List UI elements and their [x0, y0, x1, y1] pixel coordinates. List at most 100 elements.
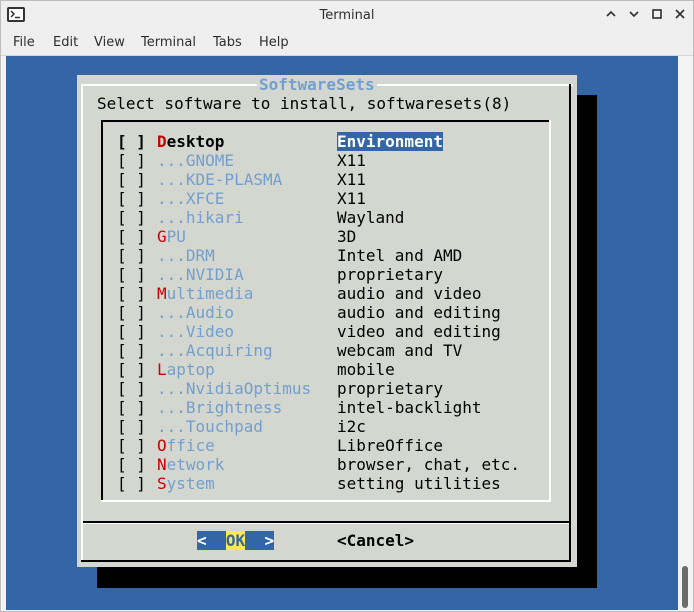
- item-description: proprietary: [337, 265, 443, 284]
- checkbox[interactable]: [ ]: [117, 322, 146, 341]
- checkbox[interactable]: [ ]: [117, 417, 146, 436]
- item-label: ...GNOME: [157, 151, 235, 170]
- checkbox[interactable]: [ ]: [117, 379, 146, 398]
- scrollbar[interactable]: [678, 56, 692, 610]
- item-name: ...KDE-PLASMA: [157, 170, 282, 189]
- item-label: etwork: [166, 455, 225, 474]
- checkbox[interactable]: [ ]: [117, 341, 146, 360]
- item-name: ...hikari: [157, 208, 244, 227]
- item-name: Office: [157, 436, 215, 455]
- checkbox[interactable]: [ ]: [117, 474, 146, 493]
- checkbox[interactable]: [ ]: [117, 246, 146, 265]
- checkbox[interactable]: [ ]: [117, 303, 146, 322]
- item-label: ...Acquiring: [157, 341, 273, 360]
- menu-file[interactable]: File: [13, 31, 35, 55]
- item-label: ...Video: [157, 322, 235, 341]
- item-label: ultimedia: [166, 284, 254, 303]
- item-description: intel-backlight: [337, 398, 482, 417]
- ok-button-right: >: [245, 531, 275, 550]
- menu-help[interactable]: Help: [259, 31, 289, 55]
- item-label: ...Audio: [157, 303, 235, 322]
- menu-tabs[interactable]: Tabs: [213, 31, 242, 55]
- item-description: video and editing: [337, 322, 501, 341]
- menu-bar: File Edit View Terminal Tabs Help: [1, 31, 693, 56]
- cancel-button[interactable]: <Cancel>: [337, 531, 414, 550]
- list-border: [101, 500, 551, 502]
- item-label: ...NvidiaOptimus: [157, 379, 312, 398]
- item-label: PU: [166, 227, 186, 246]
- checkbox[interactable]: [ ]: [117, 132, 146, 151]
- item-label: esktop: [166, 132, 225, 151]
- terminal-window: Terminal File Edit View Terminal Tabs He…: [0, 0, 694, 612]
- item-hotkey: O: [157, 436, 167, 455]
- dialog-border: [81, 560, 571, 562]
- item-name: Desktop: [157, 132, 224, 151]
- item-description: Wayland: [337, 208, 405, 227]
- item-name: ...Audio: [157, 303, 234, 322]
- item-label: ...Brightness: [157, 398, 283, 417]
- button-separator: [83, 523, 569, 524]
- dialog-title: SoftwareSets: [258, 75, 376, 94]
- item-name: ...Brightness: [157, 398, 282, 417]
- item-hotkey: S: [157, 474, 167, 493]
- close-button[interactable]: [671, 7, 689, 25]
- checkbox[interactable]: [ ]: [117, 208, 146, 227]
- menu-edit[interactable]: Edit: [53, 31, 78, 55]
- maximize-button[interactable]: [648, 7, 666, 25]
- scrollbar-thumb[interactable]: [682, 566, 688, 608]
- item-hotkey: M: [157, 284, 167, 303]
- item-description: audio and video: [337, 284, 482, 303]
- dialog-border: [81, 84, 257, 86]
- item-label: ...KDE-PLASMA: [157, 170, 283, 189]
- dialog-border: [569, 84, 571, 562]
- checkbox[interactable]: [ ]: [117, 227, 146, 246]
- dialog-border: [81, 84, 83, 562]
- minimize-window-button[interactable]: [625, 7, 643, 25]
- title-bar[interactable]: Terminal: [1, 1, 693, 31]
- item-label: ystem: [166, 474, 215, 493]
- item-description: browser, chat, etc.: [337, 455, 521, 474]
- minimize-button[interactable]: [602, 7, 620, 25]
- item-description: Intel and AMD: [337, 246, 463, 265]
- close-icon: [675, 9, 685, 19]
- checkbox[interactable]: [ ]: [117, 170, 146, 189]
- item-hotkey: N: [157, 455, 167, 474]
- checkbox[interactable]: [ ]: [117, 455, 146, 474]
- checkbox[interactable]: [ ]: [117, 284, 146, 303]
- item-hotkey: G: [157, 227, 167, 246]
- item-name: ...NvidiaOptimus: [157, 379, 311, 398]
- item-description: X11: [337, 151, 366, 170]
- item-name: ...GNOME: [157, 151, 234, 170]
- ok-button[interactable]: < OK >: [197, 531, 275, 550]
- maximize-icon: [652, 9, 662, 19]
- item-description: i2c: [337, 417, 366, 436]
- item-label: ...DRM: [157, 246, 215, 265]
- item-name: System: [157, 474, 215, 493]
- ok-button-label: OK: [225, 531, 246, 550]
- ok-button-left: <: [197, 531, 226, 550]
- item-name: Multimedia: [157, 284, 253, 303]
- item-name: ...XFCE: [157, 189, 224, 208]
- item-label: aptop: [166, 360, 215, 379]
- item-label: ...hikari: [157, 208, 244, 227]
- list-border: [101, 120, 103, 502]
- item-hotkey: L: [157, 360, 167, 379]
- list-border: [101, 120, 551, 122]
- checkbox[interactable]: [ ]: [117, 189, 146, 208]
- item-description: webcam and TV: [337, 341, 463, 360]
- item-description: 3D: [337, 227, 357, 246]
- item-description: Environment: [337, 132, 443, 151]
- dialog-prompt: Select software to install, softwaresets…: [97, 94, 512, 113]
- checkbox[interactable]: [ ]: [117, 265, 146, 284]
- item-label: ...Touchpad: [157, 417, 263, 436]
- checkbox[interactable]: [ ]: [117, 360, 146, 379]
- checkbox[interactable]: [ ]: [117, 436, 146, 455]
- checkbox[interactable]: [ ]: [117, 151, 146, 170]
- menu-view[interactable]: View: [94, 31, 125, 55]
- chevron-up-icon: [606, 10, 616, 17]
- menu-terminal[interactable]: Terminal: [141, 31, 196, 55]
- item-description: proprietary: [337, 379, 443, 398]
- dialog-border: [377, 84, 573, 86]
- checkbox[interactable]: [ ]: [117, 398, 146, 417]
- item-description: audio and editing: [337, 303, 501, 322]
